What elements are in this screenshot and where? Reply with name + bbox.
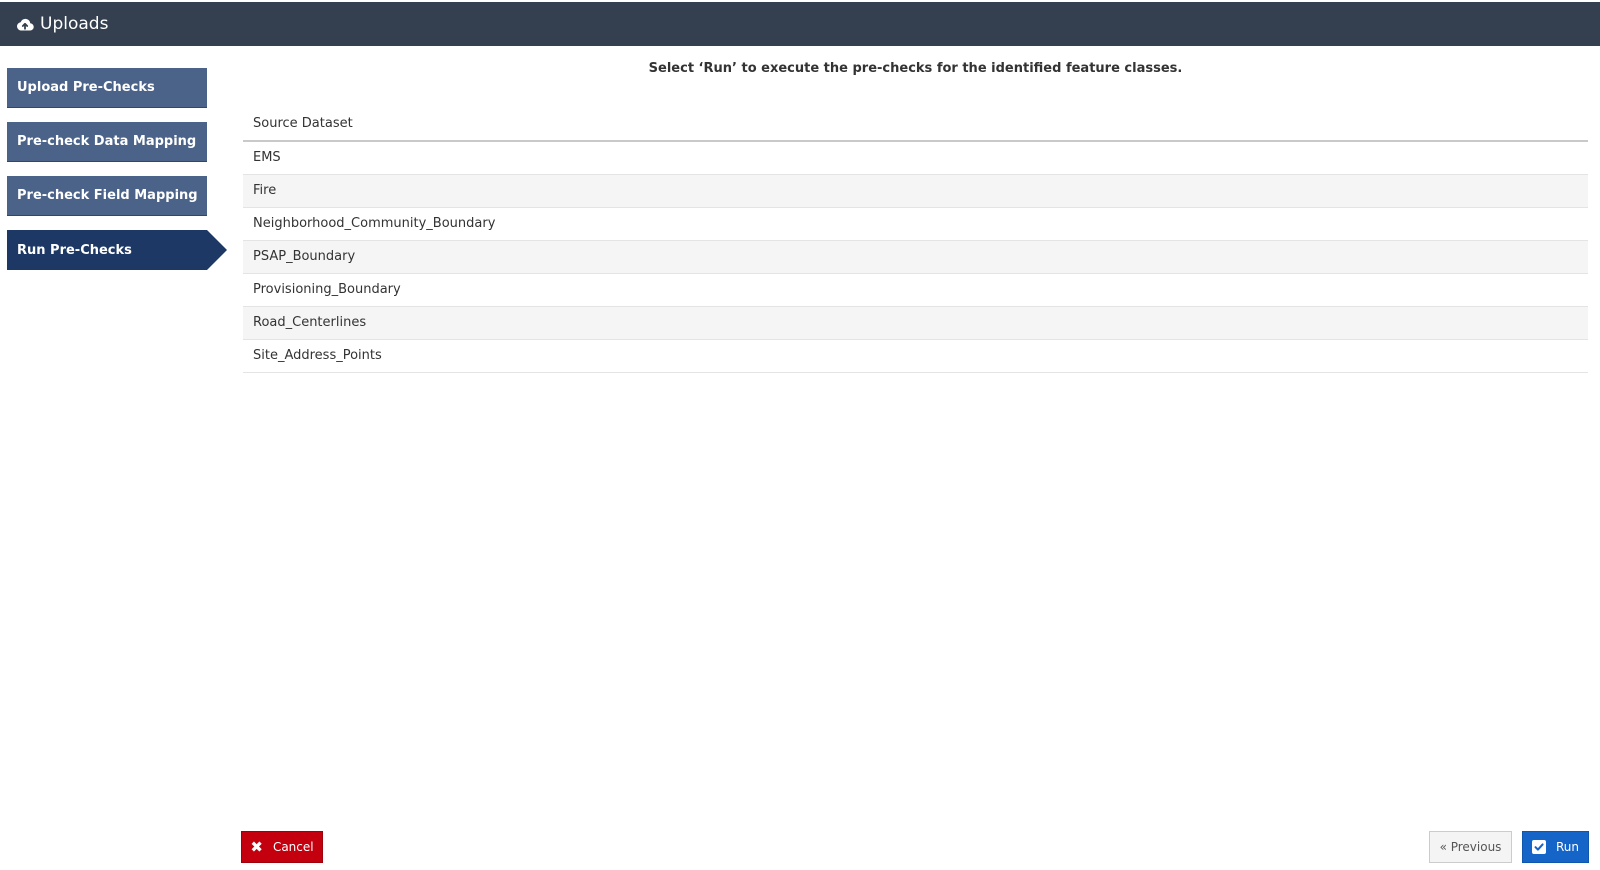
step-pre-check-data-mapping[interactable]: Pre-check Data Mapping: [7, 122, 207, 162]
cancel-label: Cancel: [272, 840, 314, 854]
step-label: Run Pre-Checks: [17, 242, 132, 258]
instruction-text: Select ‘Run’ to execute the pre-checks f…: [648, 61, 1183, 76]
table-row: Road_Centerlines: [243, 307, 1588, 340]
previous-label: « Previous: [1439, 840, 1502, 854]
table-row: EMS: [243, 142, 1588, 175]
previous-button[interactable]: « Previous: [1429, 831, 1512, 863]
check-square-icon: [1531, 840, 1546, 854]
cloud-upload-icon: [16, 15, 34, 33]
run-button[interactable]: Run: [1522, 831, 1589, 863]
table-row: Provisioning_Boundary: [243, 274, 1588, 307]
app-header: Uploads: [0, 2, 1600, 46]
page-title: Uploads: [40, 14, 109, 34]
table-row: Site_Address_Points: [243, 340, 1588, 373]
cancel-button[interactable]: ✖ Cancel: [241, 831, 323, 863]
step-run-pre-checks[interactable]: Run Pre-Checks: [7, 230, 227, 270]
step-label: Pre-check Field Mapping: [17, 188, 198, 203]
run-label: Run: [1555, 840, 1579, 854]
table-row: Fire: [243, 175, 1588, 208]
close-icon: ✖: [250, 837, 263, 856]
column-header-source-dataset: Source Dataset: [243, 105, 1588, 142]
step-label: Upload Pre-Checks: [17, 80, 155, 95]
table-row: PSAP_Boundary: [243, 241, 1588, 274]
source-dataset-table: Source Dataset EMS Fire Neighborhood_Com…: [243, 105, 1588, 373]
step-upload-pre-checks[interactable]: Upload Pre-Checks: [7, 68, 207, 108]
uploads-page: Uploads Upload Pre-Checks Pre-check Data…: [0, 0, 1600, 870]
main-content: Select ‘Run’ to execute the pre-checks f…: [243, 46, 1588, 373]
step-label: Pre-check Data Mapping: [17, 134, 197, 149]
wizard-steps: Upload Pre-Checks Pre-check Data Mapping…: [7, 68, 227, 284]
table-row: Neighborhood_Community_Boundary: [243, 208, 1588, 241]
step-pre-check-field-mapping[interactable]: Pre-check Field Mapping: [7, 176, 207, 216]
